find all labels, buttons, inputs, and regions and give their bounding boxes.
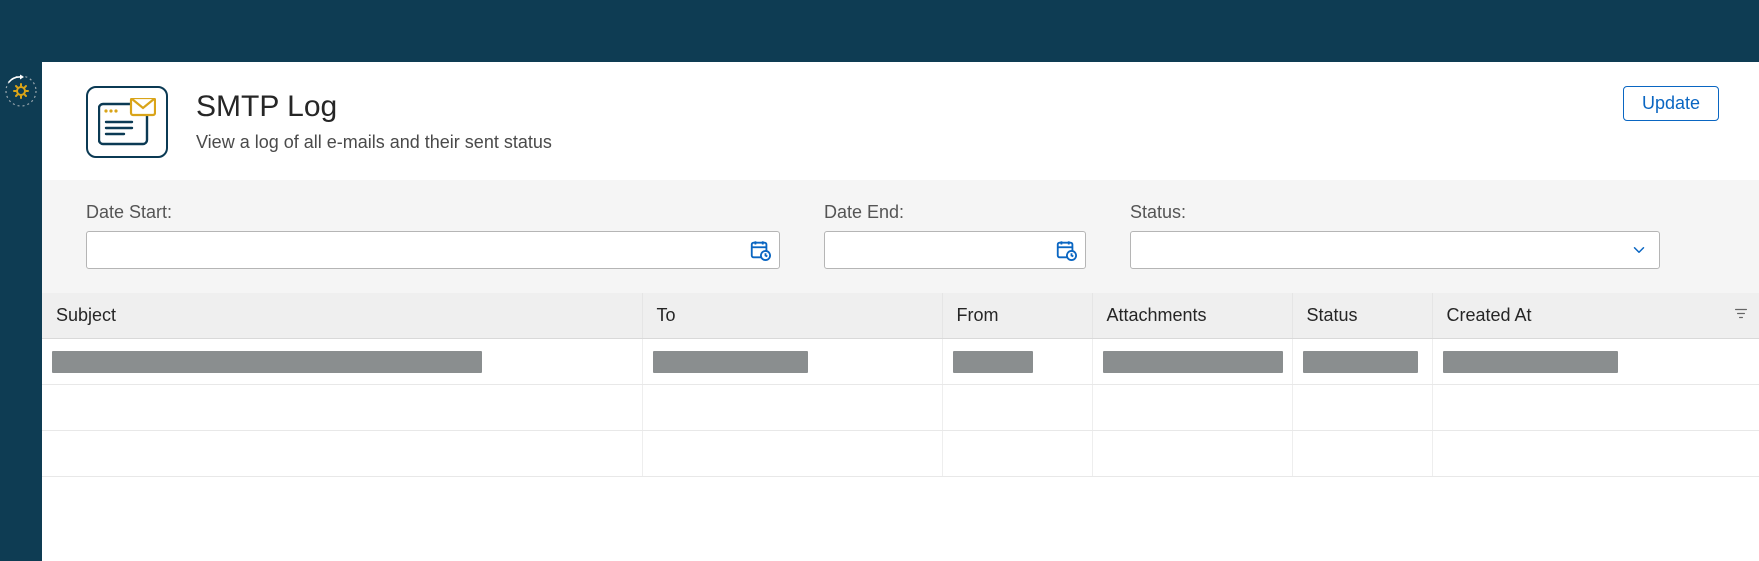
- date-start-input[interactable]: [87, 235, 747, 265]
- page-title: SMTP Log: [196, 90, 552, 124]
- col-attachments[interactable]: Attachments: [1092, 293, 1292, 339]
- col-status[interactable]: Status: [1292, 293, 1432, 339]
- filter-status: Status:: [1130, 202, 1660, 269]
- table-row[interactable]: [42, 339, 1759, 385]
- cell-created-at: [1443, 351, 1618, 373]
- filter-date-start: Date Start:: [86, 202, 780, 269]
- cell-attachments: [1103, 351, 1283, 373]
- status-input[interactable]: [1131, 235, 1627, 265]
- cell-status: [1303, 351, 1418, 373]
- cell-subject: [52, 351, 482, 373]
- date-end-label: Date End:: [824, 202, 1086, 223]
- cell-from: [953, 351, 1033, 373]
- calendar-clock-icon: [1053, 237, 1079, 263]
- col-subject[interactable]: Subject: [42, 293, 642, 339]
- page-subtitle: View a log of all e-mails and their sent…: [196, 132, 552, 153]
- status-select[interactable]: [1130, 231, 1660, 269]
- date-end-input[interactable]: [825, 235, 1053, 265]
- col-to[interactable]: To: [642, 293, 942, 339]
- gear-refresh-icon: [2, 72, 40, 115]
- cell-to: [653, 351, 808, 373]
- log-table-wrap: Subject To From Attachments Status Creat…: [42, 293, 1759, 561]
- sidebar: [0, 62, 42, 561]
- log-table: Subject To From Attachments Status Creat…: [42, 293, 1759, 477]
- date-start-field[interactable]: [86, 231, 780, 269]
- page-header: SMTP Log View a log of all e-mails and t…: [42, 62, 1759, 180]
- filter-date-end: Date End:: [824, 202, 1086, 269]
- main-content: SMTP Log View a log of all e-mails and t…: [42, 62, 1759, 561]
- date-end-field[interactable]: [824, 231, 1086, 269]
- date-start-label: Date Start:: [86, 202, 780, 223]
- top-bar: [0, 0, 1759, 62]
- sidebar-settings-button[interactable]: [0, 72, 42, 114]
- chevron-down-icon: [1627, 241, 1651, 259]
- col-from[interactable]: From: [942, 293, 1092, 339]
- status-label: Status:: [1130, 202, 1660, 223]
- filters-bar: Date Start:: [42, 180, 1759, 293]
- calendar-clock-icon: [747, 237, 773, 263]
- table-row[interactable]: [42, 431, 1759, 477]
- col-created-at-label: Created At: [1447, 305, 1532, 325]
- smtp-log-icon: [86, 86, 168, 158]
- update-button[interactable]: Update: [1623, 86, 1719, 121]
- table-row[interactable]: [42, 385, 1759, 431]
- column-filter-icon[interactable]: [1733, 305, 1749, 326]
- col-created-at[interactable]: Created At: [1432, 293, 1759, 339]
